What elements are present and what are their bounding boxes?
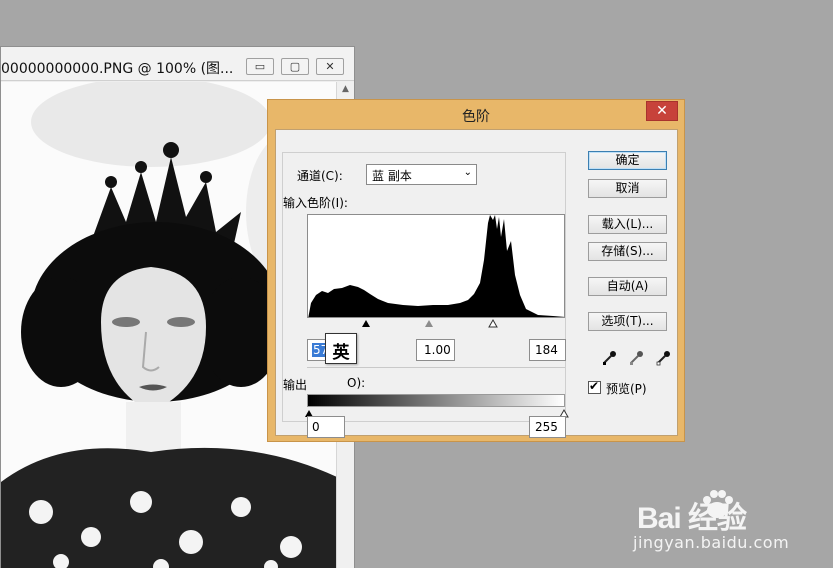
close-window-button[interactable]: ✕	[316, 58, 344, 75]
load-button[interactable]: 载入(L)...	[588, 215, 667, 234]
preview-label[interactable]: 预览(P)	[606, 380, 647, 397]
watermark-site: jingyan.baidu.com	[633, 533, 790, 552]
input-white-value: 184	[535, 343, 558, 357]
save-button-label: 存储(S)...	[601, 244, 654, 258]
maximize-button[interactable]: ▢	[281, 58, 309, 75]
options-button[interactable]: 选项(T)...	[588, 312, 667, 331]
ok-button[interactable]: 确定	[588, 151, 667, 170]
chevron-down-icon: ⌄	[463, 167, 472, 178]
ok-button-label: 确定	[615, 153, 640, 167]
output-black-field[interactable]: 0	[307, 416, 345, 438]
histogram-graph	[308, 215, 564, 317]
output-slider[interactable]	[305, 409, 569, 419]
input-gamma-field[interactable]: 1.00	[416, 339, 455, 361]
ime-indicator: 英	[325, 333, 357, 364]
input-gamma-handle[interactable]	[425, 320, 433, 327]
minimize-icon: ▭	[254, 60, 266, 73]
input-white-field[interactable]: 184	[529, 339, 566, 361]
input-black-handle[interactable]	[362, 320, 370, 327]
paw-icon	[703, 490, 733, 518]
save-button[interactable]: 存储(S)...	[588, 242, 667, 261]
document-titlebar[interactable]: 00000000000.PNG @ 100% (图... ▭ ▢ ✕	[1, 47, 354, 81]
histogram	[307, 214, 565, 318]
dialog-title: 色阶	[462, 109, 490, 125]
document-title: 00000000000.PNG @ 100% (图...	[1, 61, 234, 77]
white-eyedropper-icon[interactable]	[655, 348, 673, 366]
dialog-client-area: 通道(C): 蓝 副本 ⌄ 输入色阶(I): 57 1.00 184 输出 O)…	[275, 129, 678, 438]
input-slider[interactable]	[307, 319, 565, 329]
separator	[307, 367, 565, 368]
preview-checkbox[interactable]: ✔	[588, 379, 601, 394]
output-white-field[interactable]: 255	[529, 416, 566, 438]
baidu-jingyan-watermark: Bai 经验 jingyan.baidu.com	[633, 480, 833, 568]
load-button-label: 载入(L)...	[601, 217, 654, 231]
levels-dialog: 色阶 ✕ 通道(C): 蓝 副本 ⌄ 输入色阶(I): 57 1.00 184	[267, 99, 685, 442]
input-levels-label: 输入色阶(I):	[283, 196, 348, 210]
output-black-value: 0	[312, 420, 320, 434]
options-button-label: 选项(T)...	[601, 314, 654, 328]
output-levels-label-start: 输出	[283, 378, 308, 392]
input-gamma-value: 1.00	[424, 343, 451, 357]
ime-indicator-text: 英	[332, 343, 350, 363]
black-eyedropper-icon[interactable]	[601, 348, 619, 366]
channel-label: 通道(C):	[297, 169, 343, 183]
cancel-button-label: 取消	[615, 181, 640, 195]
close-icon: ✕	[325, 60, 335, 73]
scroll-up-icon[interactable]: ▲	[337, 84, 354, 94]
auto-button[interactable]: 自动(A)	[588, 277, 667, 296]
minimize-button[interactable]: ▭	[246, 58, 274, 75]
auto-button-label: 自动(A)	[606, 279, 649, 293]
input-white-handle[interactable]	[488, 319, 498, 328]
levels-group: 通道(C): 蓝 副本 ⌄ 输入色阶(I): 57 1.00 184 输出 O)…	[282, 152, 569, 438]
channel-select-value: 蓝 副本	[372, 169, 412, 183]
output-gradient	[307, 394, 565, 407]
maximize-icon: ▢	[289, 60, 301, 73]
gray-eyedropper-icon[interactable]	[628, 348, 646, 366]
cancel-button[interactable]: 取消	[588, 179, 667, 198]
output-levels-label-end: O):	[347, 376, 366, 390]
close-icon: ✕	[656, 103, 668, 119]
output-white-value: 255	[535, 420, 558, 434]
channel-select[interactable]: 蓝 副本 ⌄	[366, 164, 477, 185]
dialog-close-button[interactable]: ✕	[646, 101, 678, 121]
checkmark-icon: ✔	[589, 379, 600, 393]
